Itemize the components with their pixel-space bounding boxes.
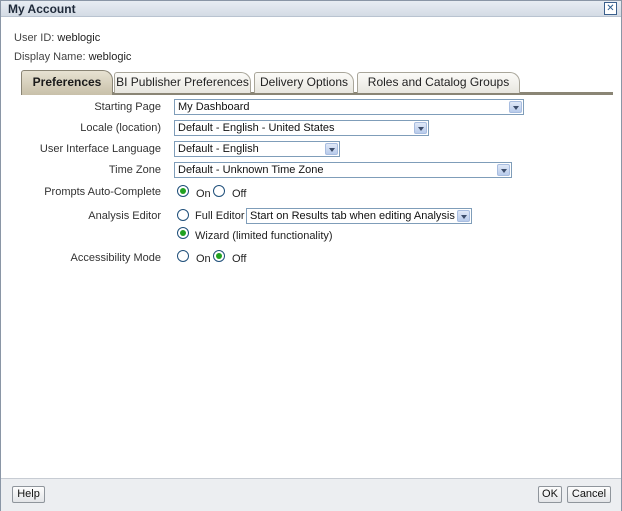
full-editor-option-value: Start on Results tab when editing Analys…: [250, 210, 455, 222]
display-name-label: Display Name:: [14, 51, 86, 63]
user-id-value: weblogic: [57, 32, 101, 44]
chevron-down-icon[interactable]: [509, 101, 522, 113]
accessibility-off-label: Off: [232, 253, 247, 265]
prompts-auto-complete-label: Prompts Auto-Complete: [44, 186, 161, 198]
user-id-label: User ID:: [14, 32, 55, 44]
accessibility-mode-label: Accessibility Mode: [70, 252, 161, 264]
title-bar: My Account ✕: [1, 1, 621, 17]
analysis-editor-row: Analysis Editor Full Editor Start on Res…: [1, 207, 622, 247]
dialog-footer: Help OK Cancel: [1, 478, 621, 511]
chevron-down-icon[interactable]: [497, 164, 510, 176]
locale-select[interactable]: Default - English - United States: [174, 120, 429, 136]
starting-page-value: My Dashboard: [178, 101, 250, 113]
accessibility-mode-row: Accessibility Mode On Off: [1, 249, 622, 269]
accessibility-on-label: On: [196, 253, 211, 265]
starting-page-row: Starting Page My Dashboard: [1, 98, 622, 118]
tab-bar: Preferences BI Publisher Preferences Del…: [21, 70, 613, 96]
chevron-down-icon[interactable]: [414, 122, 427, 134]
starting-page-select[interactable]: My Dashboard: [174, 99, 524, 115]
my-account-dialog: My Account ✕ User ID: weblogic Display N…: [0, 0, 622, 511]
ui-language-value: Default - English: [178, 143, 259, 155]
full-editor-label: Full Editor: [195, 210, 245, 222]
ui-language-label: User Interface Language: [39, 143, 161, 155]
time-zone-select[interactable]: Default - Unknown Time Zone: [174, 162, 512, 178]
locale-label: Locale (location): [80, 122, 161, 134]
prompts-on-radio[interactable]: [177, 185, 189, 197]
prompts-auto-complete-row: Prompts Auto-Complete On Off: [1, 183, 622, 203]
locale-row: Locale (location) Default - English - Un…: [1, 119, 622, 139]
accessibility-off-radio[interactable]: [213, 250, 225, 262]
time-zone-value: Default - Unknown Time Zone: [178, 164, 324, 176]
display-name-row: Display Name: weblogic: [14, 51, 131, 63]
display-name-value: weblogic: [88, 51, 132, 63]
wizard-radio[interactable]: [177, 227, 189, 239]
cancel-button[interactable]: Cancel: [567, 486, 611, 503]
ui-language-row: User Interface Language Default - Englis…: [1, 140, 622, 160]
full-editor-option-select[interactable]: Start on Results tab when editing Analys…: [246, 208, 472, 224]
full-editor-radio[interactable]: [177, 209, 189, 221]
help-button[interactable]: Help: [12, 486, 45, 503]
ui-language-select[interactable]: Default - English: [174, 141, 340, 157]
user-id-row: User ID: weblogic: [14, 32, 100, 44]
wizard-label: Wizard (limited functionality): [195, 230, 333, 242]
prompts-off-radio[interactable]: [213, 185, 225, 197]
analysis-editor-label: Analysis Editor: [88, 210, 161, 222]
tab-preferences[interactable]: Preferences: [21, 70, 113, 95]
tab-bi-publisher-preferences[interactable]: BI Publisher Preferences: [114, 72, 251, 93]
dialog-title: My Account: [8, 2, 76, 16]
time-zone-label: Time Zone: [108, 164, 161, 176]
close-icon[interactable]: ✕: [604, 2, 617, 15]
tab-delivery-options[interactable]: Delivery Options: [254, 72, 354, 93]
locale-value: Default - English - United States: [178, 122, 335, 134]
time-zone-row: Time Zone Default - Unknown Time Zone: [1, 161, 622, 181]
starting-page-label: Starting Page: [94, 101, 161, 113]
ok-button[interactable]: OK: [538, 486, 562, 503]
chevron-down-icon[interactable]: [325, 143, 338, 155]
accessibility-on-radio[interactable]: [177, 250, 189, 262]
tab-roles-and-catalog-groups[interactable]: Roles and Catalog Groups: [357, 72, 520, 93]
prompts-off-label: Off: [232, 188, 247, 200]
prompts-on-label: On: [196, 188, 211, 200]
chevron-down-icon[interactable]: [457, 210, 470, 222]
